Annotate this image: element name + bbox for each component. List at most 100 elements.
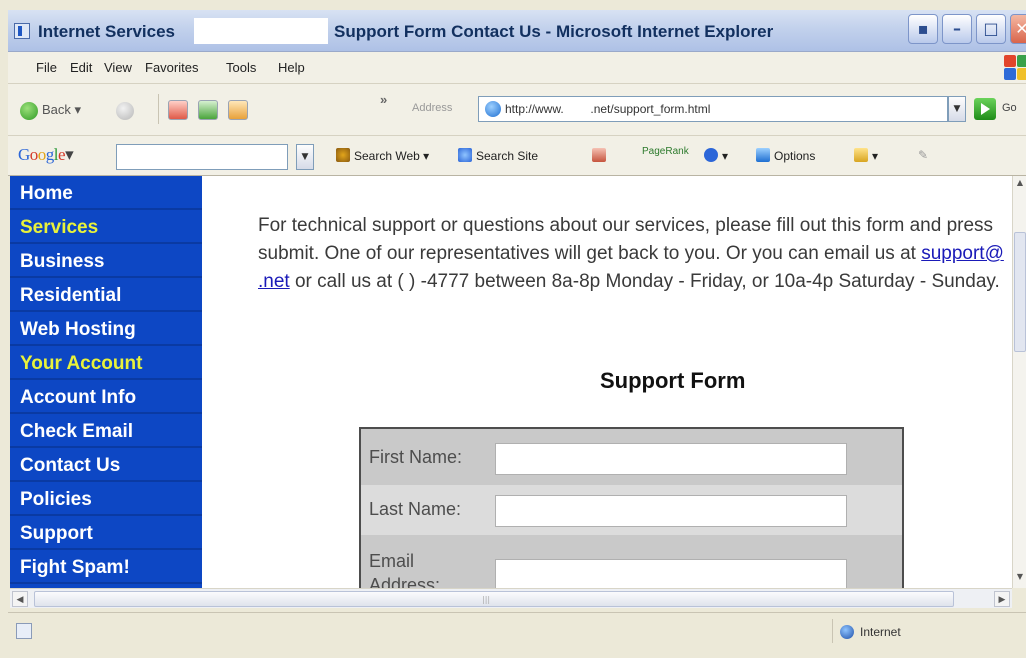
scroll-up-arrow[interactable]: ▲ (1014, 178, 1026, 192)
scroll-down-arrow[interactable]: ▼ (1014, 572, 1026, 586)
navigation-bar: Back ▾ » Address ▼ Go (8, 84, 1026, 136)
search-site-label: Search Site (476, 149, 539, 163)
vertical-scroll-thumb[interactable] (1014, 232, 1026, 352)
page-icon (485, 101, 501, 117)
info-icon (704, 148, 718, 162)
address-input[interactable] (505, 100, 915, 118)
window-title-left: Internet Services (38, 22, 176, 41)
binoculars-icon (336, 148, 350, 162)
menu-edit[interactable]: Edit (70, 60, 92, 75)
forward-arrow-icon (116, 101, 134, 120)
highlighter-icon[interactable]: ✎ (918, 148, 928, 162)
sidebar-item-services[interactable]: Services (10, 212, 202, 244)
sidebar-item-policies[interactable]: Policies (10, 484, 202, 516)
forward-button[interactable] (116, 98, 134, 122)
news-button[interactable] (592, 148, 610, 163)
google-search-box[interactable] (116, 144, 288, 170)
search-site-button[interactable]: Search Site (458, 148, 538, 163)
intro-text-part-2: or call us at ( ) -4777 between 8a-8p Mo… (289, 271, 1000, 292)
email-address-label: Email Address: (369, 551, 441, 588)
scroll-right-arrow[interactable]: ▶ (994, 591, 1010, 607)
last-name-field[interactable] (495, 495, 847, 527)
horizontal-scrollbar[interactable]: ◀ ||| ▶ (10, 588, 1012, 608)
menu-tools[interactable]: Tools (226, 60, 256, 75)
google-search-dropdown[interactable]: ▼ (296, 144, 314, 170)
internet-zone-icon (840, 625, 854, 639)
email-address-field[interactable] (495, 559, 847, 588)
options-label: Options (774, 149, 816, 163)
main-content: For technical support or questions about… (202, 176, 1012, 588)
scroll-left-arrow[interactable]: ◀ (12, 591, 28, 607)
address-label: Address (412, 102, 453, 114)
sidebar-item-business[interactable]: Business (10, 246, 202, 278)
search-web-button[interactable]: Search Web ▾ (336, 148, 429, 163)
sidebar-nav: Home Services Business Residential Web Hosti… (10, 176, 202, 588)
pagerank-indicator[interactable]: PageRank (642, 146, 689, 157)
search-site-icon (458, 148, 472, 162)
back-arrow-icon (20, 101, 38, 120)
sidebar-item-fight-spam[interactable]: Fight Spam! (10, 552, 202, 584)
sidebar-item-account-info[interactable]: Account Info (10, 382, 202, 414)
status-bar: Internet (8, 612, 1026, 648)
toolbar-separator (158, 94, 159, 124)
search-web-label: Search Web (354, 149, 420, 163)
refresh-icon[interactable] (198, 100, 218, 120)
form-row-email: Email Address: (361, 537, 902, 588)
google-logo[interactable]: Google▾ (18, 145, 74, 165)
menu-view[interactable]: View (104, 60, 132, 75)
window-extra-button[interactable]: ▪ (908, 14, 938, 44)
options-button[interactable]: Options (756, 148, 815, 163)
ie-page-icon (14, 23, 30, 39)
windows-logo-icon (1002, 52, 1026, 82)
scroll-grip: ||| (482, 595, 491, 604)
first-name-field[interactable] (495, 443, 847, 475)
maximize-button[interactable]: □ (976, 14, 1006, 44)
horizontal-scroll-thumb[interactable] (34, 591, 954, 607)
sidebar-item-contact-us[interactable]: Contact Us (10, 450, 202, 482)
first-name-label: First Name: (369, 447, 463, 467)
folder-icon (854, 148, 868, 162)
form-row-first-name: First Name: (361, 433, 902, 483)
vertical-scrollbar[interactable]: ▲ ▼ (1012, 176, 1026, 588)
page-status-icon (16, 623, 32, 639)
info-button[interactable]: ▾ (704, 148, 728, 163)
sidebar-item-your-account[interactable]: Your Account (10, 348, 202, 380)
title-bar[interactable]: Internet Services Support Form Contact U… (8, 10, 1026, 52)
news-icon (592, 148, 606, 162)
window-title: Support Form Contact Us - Microsoft Inte… (334, 22, 774, 41)
sidebar-item-support[interactable]: Support (10, 518, 202, 550)
form-row-last-name: Last Name: (361, 485, 902, 535)
sidebar-item-residential[interactable]: Residential (10, 280, 202, 312)
go-button-label[interactable]: Go (1002, 102, 1017, 114)
menu-file[interactable]: File (36, 60, 57, 75)
menu-help[interactable]: Help (278, 60, 305, 75)
home-icon[interactable] (228, 100, 248, 120)
sidebar-item-home[interactable]: Home (10, 178, 202, 210)
go-arrow-icon[interactable] (974, 98, 996, 120)
support-form: First Name: Last Name: Email Address: (359, 427, 904, 588)
sidebar-item-check-email[interactable]: Check Email (10, 416, 202, 448)
menu-bar: File Edit View Favorites Tools Help (8, 52, 1026, 84)
back-label: Back (42, 102, 71, 117)
close-button[interactable]: ✕ (1010, 14, 1026, 44)
sidebar-item-web-hosting[interactable]: Web Hosting (10, 314, 202, 346)
browser-window: Internet Services Support Form Contact U… (0, 0, 1026, 658)
page-content: Home Services Business Residential Web Hosti… (10, 176, 1012, 588)
google-toolbar: Google▾ ▼ Search Web ▾ Search Site PageR… (8, 136, 1026, 176)
google-search-input[interactable] (117, 145, 287, 169)
intro-text: For technical support or questions about… (258, 212, 1006, 296)
stop-icon[interactable] (168, 100, 188, 120)
form-title: Support Form (600, 368, 746, 393)
title-redaction (194, 18, 328, 44)
options-icon (756, 148, 770, 162)
toolbar-overflow-chevron[interactable]: » (380, 88, 387, 112)
minimize-button[interactable]: – (942, 14, 972, 44)
security-zone-label: Internet (860, 625, 901, 639)
back-button[interactable]: Back ▾ (20, 98, 81, 122)
intro-text-part-1: For technical support or questions about… (258, 215, 994, 264)
folder-button[interactable]: ▾ (854, 148, 878, 163)
address-bar[interactable] (478, 96, 948, 122)
address-dropdown-button[interactable]: ▼ (948, 96, 966, 122)
last-name-label: Last Name: (369, 499, 462, 519)
menu-favorites[interactable]: Favorites (145, 60, 198, 75)
